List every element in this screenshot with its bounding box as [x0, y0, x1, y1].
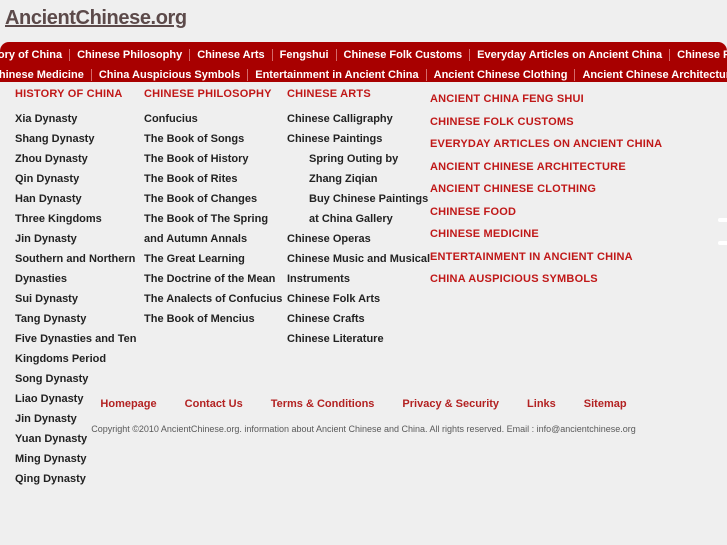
sitemap-section-chinese-food[interactable]: CHINESE FOOD	[430, 201, 720, 224]
footer-link-links[interactable]: Links	[513, 396, 570, 412]
sitemap-section-entertainment-in-ancient-china[interactable]: ENTERTAINMENT IN ANCIENT CHINA	[430, 246, 720, 269]
sitemap-link-southern-and-northern[interactable]: Southern and Northern	[15, 249, 143, 269]
footer-link-sitemap[interactable]: Sitemap	[570, 396, 641, 412]
sitemap-link-tang-dynasty[interactable]: Tang Dynasty	[15, 309, 143, 329]
arts-link-list: Chinese Calligraphy Chinese Paintings Spri…	[287, 109, 430, 349]
sitemap-link-instruments[interactable]: Instruments	[287, 269, 427, 289]
sitemap-link-three-kingdoms[interactable]: Three Kingdoms	[15, 209, 143, 229]
site-logo[interactable]: AncientChinese.org	[5, 7, 187, 30]
sitemap-link-qing-dynasty[interactable]: Qing Dynasty	[15, 469, 143, 489]
sitemap-link-the-book-of-mencius[interactable]: The Book of Mencius	[144, 309, 286, 329]
main-navigation-bar: History of ChinaChinese PhilosophyChines…	[0, 42, 727, 82]
footer-link-privacy-and-security[interactable]: Privacy & Security	[388, 396, 513, 412]
sitemap-section-chinese-folk-customs[interactable]: CHINESE FOLK CUSTOMS	[430, 111, 720, 134]
nav-row-secondary: Chinese Medicine China Auspicious Symbols…	[0, 65, 727, 82]
sitemap-section-china-auspicious-symbols[interactable]: CHINA AUSPICIOUS SYMBOLS	[430, 268, 720, 291]
sitemap-link-the-book-of-the-spring[interactable]: The Book of The Spring	[144, 209, 286, 229]
nav-item-chinese-philosophy[interactable]: Chinese Philosophy	[70, 47, 189, 64]
sitemap-link-chinese-folk-arts[interactable]: Chinese Folk Arts	[287, 289, 427, 309]
sitemap-link-sui-dynasty[interactable]: Sui Dynasty	[15, 289, 143, 309]
sitemap-link-chinese-music-and-musical[interactable]: Chinese Music and Musical	[287, 249, 430, 269]
nav-item-ancient-chinese-architecture[interactable]: Ancient Chinese Architecture	[575, 67, 727, 83]
sitemap-link-qin-dynasty[interactable]: Qin Dynasty	[15, 169, 143, 189]
sitemap-link-the-great-learning[interactable]: The Great Learning	[144, 249, 286, 269]
sitemap-link-ming-dynasty[interactable]: Ming Dynasty	[15, 449, 143, 469]
sitemap-link-chinese-calligraphy[interactable]: Chinese Calligraphy	[287, 109, 427, 129]
nav-item-entertainment-in-ancient-china[interactable]: Entertainment in Ancient China	[248, 67, 425, 83]
sitemap-link-dynasties[interactable]: Dynasties	[15, 269, 143, 289]
sitemap-section-everyday-articles-on-ancient-china[interactable]: EVERYDAY ARTICLES ON ANCIENT CHINA	[430, 133, 720, 156]
sitemap-link-five-dynasties-and-ten[interactable]: Five Dynasties and Ten	[15, 329, 143, 349]
footer-link-homepage[interactable]: Homepage	[86, 396, 170, 412]
nav-item-china-auspicious-symbols[interactable]: China Auspicious Symbols	[92, 67, 247, 83]
sitemap-section-chinese-medicine[interactable]: CHINESE MEDICINE	[430, 223, 720, 246]
footer-link-list: Homepage Contact Us Terms & Conditions Priv…	[0, 396, 727, 412]
sitemap-link-at-china-gallery[interactable]: at China Gallery	[287, 209, 427, 229]
nav-item-everyday-articles-on-ancient-china[interactable]: Everyday Articles on Ancient China	[470, 47, 669, 64]
sitemap-link-xia-dynasty[interactable]: Xia Dynasty	[15, 109, 143, 129]
sitemap-link-shang-dynasty[interactable]: Shang Dynasty	[15, 129, 143, 149]
sitemap-column-arts: CHINESE ARTS Chinese Calligraphy Chinese …	[287, 88, 430, 349]
sitemap-link-chinese-paintings[interactable]: Chinese Paintings	[287, 129, 427, 149]
sitemap-link-buy-chinese-paintings[interactable]: Buy Chinese Paintings	[287, 189, 428, 209]
sitemap-column-sections: ANCIENT CHINA FENG SHUI CHINESE FOLK CUST…	[430, 88, 720, 291]
sitemap-link-jin-dynasty[interactable]: Jin Dynasty	[15, 229, 143, 249]
footer-link-terms-and-conditions[interactable]: Terms & Conditions	[257, 396, 389, 412]
copyright-notice: Copyright ©2010 AncientChinese.org. info…	[91, 424, 636, 434]
nav-item-chinese-food[interactable]: Chinese Food	[670, 47, 727, 64]
footer-link-contact-us[interactable]: Contact Us	[171, 396, 257, 412]
sitemap-link-chinese-literature[interactable]: Chinese Literature	[287, 329, 427, 349]
sitemap-section-ancient-chinese-clothing[interactable]: ANCIENT CHINESE CLOTHING	[430, 178, 720, 201]
sitemap-link-the-book-of-songs[interactable]: The Book of Songs	[144, 129, 286, 149]
nav-item-history-of-china[interactable]: History of China	[0, 47, 69, 64]
nav-item-chinese-folk-customs[interactable]: Chinese Folk Customs	[337, 47, 470, 64]
sitemap-link-chinese-crafts[interactable]: Chinese Crafts	[287, 309, 427, 329]
sitemap-link-zhou-dynasty[interactable]: Zhou Dynasty	[15, 149, 143, 169]
sitemap-link-the-book-of-rites[interactable]: The Book of Rites	[144, 169, 286, 189]
sitemap-link-the-book-of-history[interactable]: The Book of History	[144, 149, 286, 169]
column-heading-philosophy: CHINESE PHILOSOPHY	[144, 88, 272, 100]
nav-item-fengshui[interactable]: Fengshui	[273, 47, 336, 64]
logo-bar: AncientChinese.org	[0, 0, 727, 42]
sitemap-link-the-analects-of-confucius[interactable]: The Analects of Confucius	[144, 289, 286, 309]
sitemap-link-the-doctrine-of-the-mean[interactable]: The Doctrine of the Mean	[144, 269, 286, 289]
section-link-list: ANCIENT CHINA FENG SHUI CHINESE FOLK CUST…	[430, 88, 720, 291]
sitemap-link-zhang-ziqian[interactable]: Zhang Ziqian	[287, 169, 427, 189]
sitemap-link-the-book-of-changes[interactable]: The Book of Changes	[144, 189, 286, 209]
sitemap-section-ancient-china-feng-shui[interactable]: ANCIENT CHINA FENG SHUI	[430, 88, 720, 111]
sitemap-section-ancient-chinese-architecture[interactable]: ANCIENT CHINESE ARCHITECTURE	[430, 156, 720, 179]
sitemap-link-and-autumn-annals[interactable]: and Autumn Annals	[144, 229, 286, 249]
sitemap-link-confucius[interactable]: Confucius	[144, 109, 286, 129]
column-heading-history: HISTORY OF CHINA	[15, 88, 123, 100]
sitemap-link-kingdoms-period[interactable]: Kingdoms Period	[15, 349, 143, 369]
sitemap-link-chinese-operas[interactable]: Chinese Operas	[287, 229, 427, 249]
nav-item-chinese-medicine[interactable]: Chinese Medicine	[0, 67, 91, 83]
nav-item-chinese-arts[interactable]: Chinese Arts	[190, 47, 271, 64]
page-footer: Homepage Contact Us Terms & Conditions Priv…	[0, 396, 727, 435]
column-heading-arts: CHINESE ARTS	[287, 88, 371, 100]
nav-row-primary: History of ChinaChinese PhilosophyChines…	[0, 45, 727, 65]
sitemap-content: HISTORY OF CHINA Xia Dynasty Shang Dynast…	[0, 88, 727, 485]
sitemap-link-han-dynasty[interactable]: Han Dynasty	[15, 189, 143, 209]
sitemap-columns: HISTORY OF CHINA Xia Dynasty Shang Dynast…	[0, 88, 727, 485]
sitemap-column-philosophy: CHINESE PHILOSOPHY Confucius The Book of …	[144, 88, 286, 329]
sitemap-link-spring-outing-by[interactable]: Spring Outing by	[287, 149, 427, 169]
philosophy-link-list: Confucius The Book of Songs The Book of Hi…	[144, 109, 286, 329]
nav-item-ancient-chinese-clothing[interactable]: Ancient Chinese Clothing	[427, 67, 575, 83]
sitemap-link-song-dynasty[interactable]: Song Dynasty	[15, 369, 143, 389]
